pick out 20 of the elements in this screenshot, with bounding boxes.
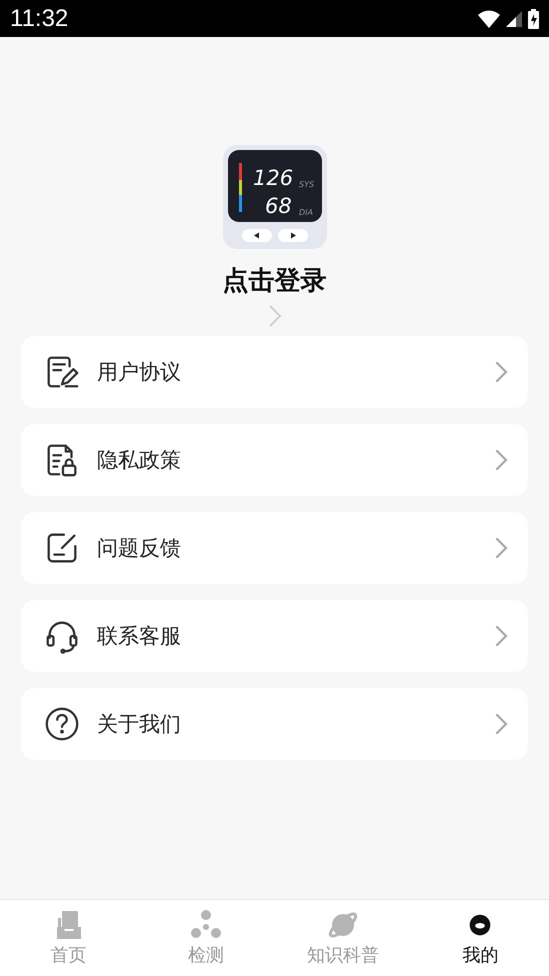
menu-item[interactable]: 问题反馈	[21, 512, 528, 584]
menu-item[interactable]: 联系客服	[21, 600, 528, 672]
chevron-right-icon	[494, 537, 508, 559]
signal-icon	[506, 10, 522, 26]
menu-item[interactable]: 隐私政策	[21, 424, 528, 496]
tab-item[interactable]: 我的	[412, 900, 549, 976]
chevron-right-icon	[494, 361, 508, 383]
blood-pressure-monitor-logo: 126 SYS 68 DIA	[222, 145, 326, 249]
battery-icon	[528, 8, 539, 28]
chevron-right-icon	[268, 304, 282, 328]
login-link[interactable]: 点击登录	[222, 263, 326, 298]
chevron-right-icon	[494, 713, 508, 735]
menu-item[interactable]: 用户协议	[21, 336, 528, 408]
nodes-icon	[190, 909, 222, 941]
chevron-right-icon	[494, 449, 508, 471]
wifi-icon	[478, 10, 500, 28]
status-time: 11:32	[10, 4, 68, 32]
menu-item[interactable]: 关于我们	[21, 688, 528, 760]
chevron-right-icon	[494, 625, 508, 647]
help-circle-icon	[43, 705, 81, 743]
